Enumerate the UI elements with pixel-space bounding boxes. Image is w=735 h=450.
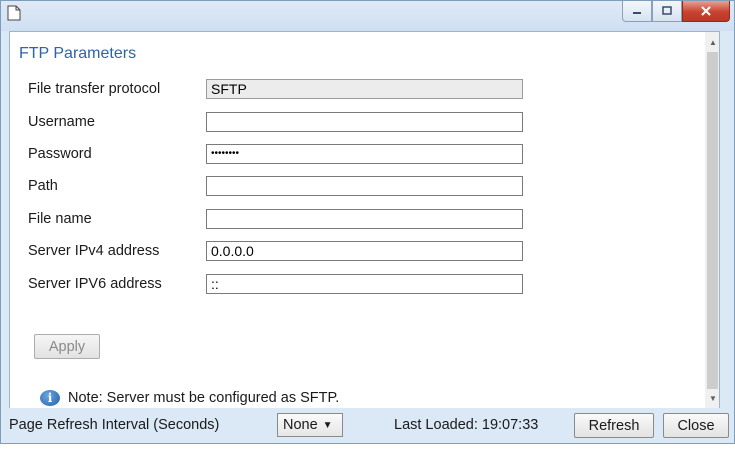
field-row-path: Path [28,175,198,197]
file-name-input[interactable] [206,209,523,229]
server-ipv4-input[interactable]: 0.0.0.0 [206,241,523,261]
scrollbar-thumb[interactable] [707,52,718,389]
field-label: Server IPv4 address [28,243,160,259]
note: i Note: Server must be configured as SFT… [40,390,339,406]
username-input[interactable] [206,112,523,132]
path-input[interactable] [206,176,523,196]
info-icon: i [40,390,60,406]
document-icon [7,5,21,21]
minimize-button[interactable] [622,1,652,22]
dialog-window: FTP Parameters File transfer protocol SF… [0,0,735,444]
footer-bar: Page Refresh Interval (Seconds) None ▼ L… [1,409,734,441]
field-row-protocol: File transfer protocol [28,78,198,100]
field-label: Path [28,178,58,194]
section-title: FTP Parameters [19,45,137,62]
file-transfer-protocol-field: SFTP [206,79,523,99]
maximize-button[interactable] [652,1,682,22]
close-button[interactable]: Close [663,413,729,438]
field-label: Username [28,114,95,130]
scroll-down-icon[interactable]: ▼ [705,390,719,406]
field-label: Password [28,146,92,162]
title-bar [1,1,734,31]
apply-button[interactable]: Apply [34,334,100,359]
vertical-scrollbar[interactable]: ▲ ▼ [705,32,719,408]
server-ipv6-input[interactable]: :: [206,274,523,294]
refresh-interval-select[interactable]: None ▼ [277,413,343,437]
maximize-icon [662,6,672,15]
content-panel: FTP Parameters File transfer protocol SF… [9,31,720,408]
field-row-username: Username [28,111,198,133]
refresh-interval-label: Page Refresh Interval (Seconds) [9,417,220,433]
refresh-interval-value: None [283,417,318,433]
window-close-button[interactable] [682,1,730,22]
password-input[interactable]: •••••••• [206,144,523,164]
minimize-icon [633,12,641,14]
refresh-button[interactable]: Refresh [574,413,654,438]
field-row-ipv6: Server IPV6 address [28,273,198,295]
scroll-up-icon[interactable]: ▲ [705,34,719,50]
field-label: Server IPV6 address [28,276,162,292]
note-text: Note: Server must be configured as SFTP. [68,390,340,406]
last-loaded-text: Last Loaded: 19:07:33 [394,417,539,433]
field-row-password: Password [28,143,198,165]
field-label: File name [28,211,92,227]
field-label: File transfer protocol [28,81,161,97]
close-icon [701,6,711,16]
field-row-ipv4: Server IPv4 address [28,240,198,262]
field-row-filename: File name [28,208,198,230]
dropdown-arrow-icon: ▼ [322,419,333,431]
